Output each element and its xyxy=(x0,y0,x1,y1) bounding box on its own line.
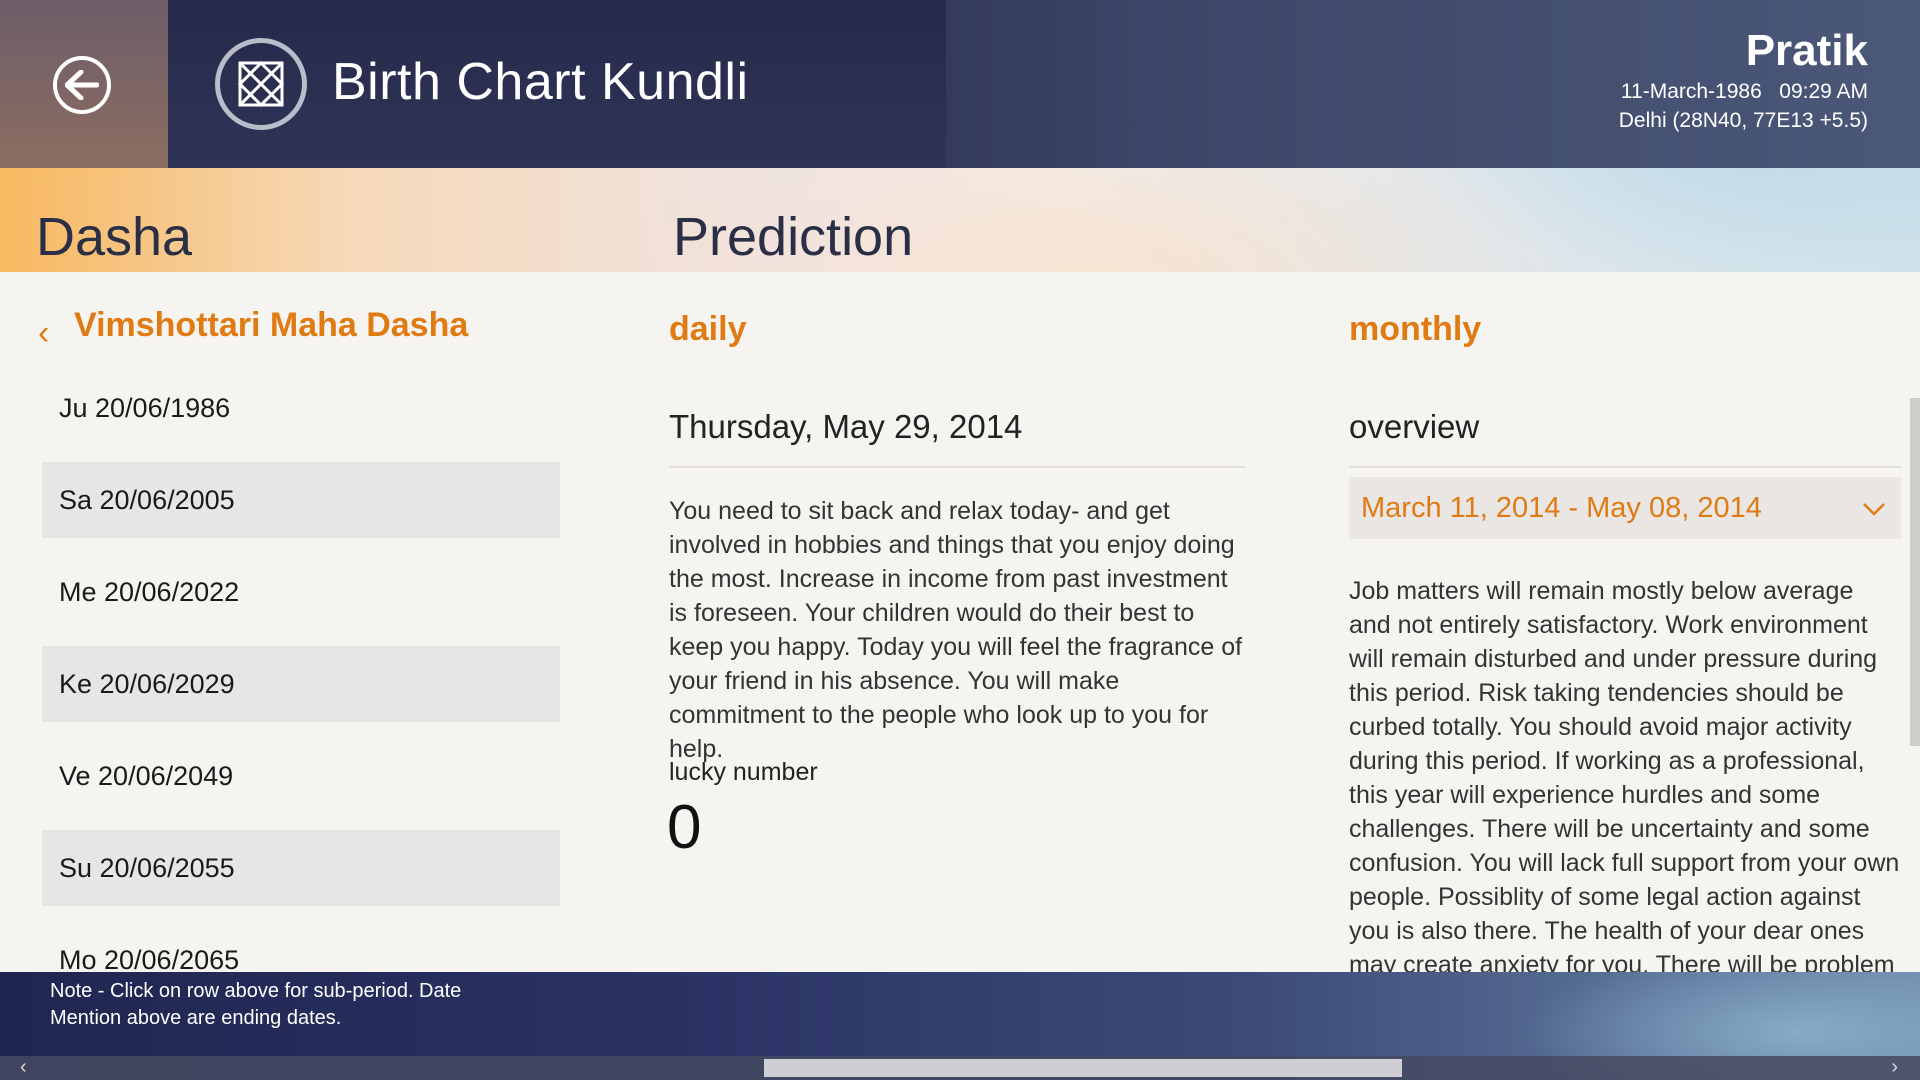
app-title: Birth Chart Kundli xyxy=(332,53,749,111)
vertical-scrollbar[interactable] xyxy=(1910,398,1920,746)
dasha-row-label: Ju 20/06/1986 xyxy=(59,392,231,423)
dasha-row[interactable]: Me 20/06/2022 xyxy=(42,554,560,630)
daily-divider xyxy=(669,466,1245,468)
chevron-down-icon xyxy=(1863,503,1885,516)
overview-divider xyxy=(1349,466,1901,468)
dasha-list: Ju 20/06/1986 Sa 20/06/2005 Me 20/06/202… xyxy=(42,370,560,972)
arrow-left-circle-icon xyxy=(65,70,99,100)
overview-label: overview xyxy=(1349,408,1480,445)
period-dropdown[interactable]: March 11, 2014 - May 08, 2014 xyxy=(1349,477,1901,539)
dasha-row[interactable]: Ke 20/06/2029 xyxy=(42,646,560,722)
dasha-row-label: Sa 20/06/2005 xyxy=(59,484,235,515)
horizontal-scroll-thumb[interactable] xyxy=(764,1059,1402,1077)
main-content: ‹ Vimshottari Maha Dasha Ju 20/06/1986 S… xyxy=(0,272,1920,972)
dasha-row[interactable]: Sa 20/06/2005 xyxy=(42,462,560,538)
chevron-left-icon[interactable]: ‹ xyxy=(38,314,49,353)
dasha-row[interactable]: Ju 20/06/1986 xyxy=(42,370,560,446)
section-heading-prediction: Prediction xyxy=(673,207,914,267)
footer-note: Note - Click on row above for sub-period… xyxy=(50,980,462,1029)
daily-heading[interactable]: daily xyxy=(669,310,746,349)
dasha-row-label: Ke 20/06/2029 xyxy=(59,668,235,699)
monthly-prediction-text: Job matters will remain mostly below ave… xyxy=(1349,577,1900,972)
period-dropdown-value: March 11, 2014 - May 08, 2014 xyxy=(1361,491,1762,524)
kundli-chart-icon xyxy=(215,38,307,130)
dasha-row-label: Ve 20/06/2049 xyxy=(59,760,234,791)
horizontal-scrollbar[interactable]: ‹ › xyxy=(0,1056,1920,1080)
lucky-number-label: lucky number xyxy=(669,758,818,786)
dasha-title[interactable]: Vimshottari Maha Dasha xyxy=(74,306,468,345)
user-birth-place: Delhi (28N40, 77E13 +5.5) xyxy=(1618,109,1868,132)
section-heading-dasha: Dasha xyxy=(36,207,193,267)
dasha-row-label: Su 20/06/2055 xyxy=(59,852,235,883)
scroll-right-icon[interactable]: › xyxy=(1891,1056,1898,1079)
dasha-row[interactable]: Su 20/06/2055 xyxy=(42,830,560,906)
monthly-heading[interactable]: monthly xyxy=(1349,310,1481,349)
dasha-row-label: Mo 20/06/2065 xyxy=(59,944,240,973)
dasha-row[interactable]: Ve 20/06/2049 xyxy=(42,738,560,814)
scroll-left-icon[interactable]: ‹ xyxy=(20,1056,27,1079)
back-button[interactable] xyxy=(53,56,111,114)
daily-date: Thursday, May 29, 2014 xyxy=(669,408,1023,445)
dasha-row-label: Me 20/06/2022 xyxy=(59,576,240,607)
lucky-number-value: 0 xyxy=(667,793,702,862)
user-name: Pratik xyxy=(1745,26,1868,75)
dasha-row[interactable]: Mo 20/06/2065 xyxy=(42,922,560,973)
daily-prediction-text: You need to sit back and relax today- an… xyxy=(669,497,1243,763)
user-birth-datetime: 11-March-1986 09:29 AM xyxy=(1620,80,1868,103)
